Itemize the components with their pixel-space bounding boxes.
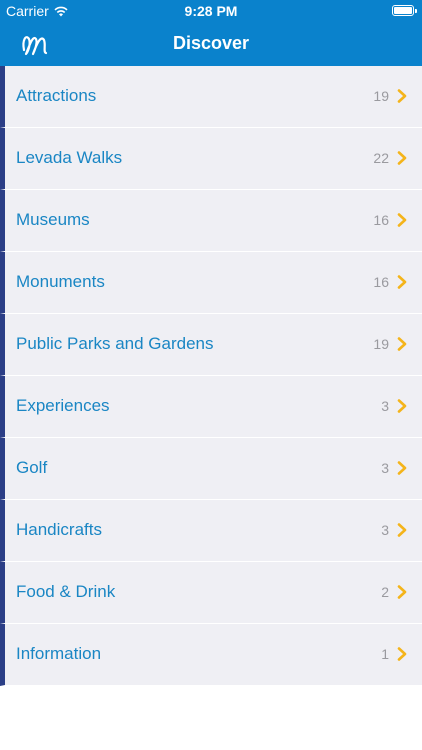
list-item[interactable]: Public Parks and Gardens 19 [0,314,422,376]
list-item-count: 22 [373,150,389,166]
list-item-label: Information [16,644,102,663]
status-bar: Carrier 9:28 PM [0,0,422,22]
chevron-right-icon [397,337,407,351]
nav-bar: Discover [0,22,422,66]
list-item-label: Attractions [16,86,97,105]
chevron-right-icon [397,89,407,103]
list-item-count: 3 [381,460,389,476]
list-item[interactable]: Experiences 3 [0,376,422,438]
list-item-label: Handicrafts [16,520,102,539]
list-item-label: Monuments [16,272,105,291]
chevron-right-icon [397,213,407,227]
list-item[interactable]: Handicrafts 3 [0,500,422,562]
battery-icon [392,5,417,16]
status-time: 9:28 PM [184,3,238,19]
chevron-right-icon [397,151,407,165]
chevron-right-icon [397,399,407,413]
list-item-count: 16 [373,274,389,290]
list-item-label: Food & Drink [16,582,116,601]
chevron-right-icon [397,275,407,289]
chevron-right-icon [397,647,407,661]
list-item[interactable]: Monuments 16 [0,252,422,314]
chevron-right-icon [397,585,407,599]
list-item-count: 2 [381,584,389,600]
list-item-count: 3 [381,522,389,538]
list-item[interactable]: Levada Walks 22 [0,128,422,190]
list-item[interactable]: Golf 3 [0,438,422,500]
list-item-count: 19 [373,88,389,104]
list-item[interactable]: Food & Drink 2 [0,562,422,624]
chevron-right-icon [397,461,407,475]
list-item-label: Levada Walks [16,148,123,167]
list-item[interactable]: Information 1 [0,624,422,686]
list-item-count: 1 [381,646,389,662]
list-item[interactable]: Museums 16 [0,190,422,252]
list-item-count: 3 [381,398,389,414]
category-list: Attractions 19 Levada Walks 22 Museums 16 Monu… [0,66,422,686]
list-item-label: Public Parks and Gardens [16,334,214,353]
page-title: Discover [172,33,250,53]
chevron-right-icon [397,523,407,537]
list-item[interactable]: Attractions 19 [0,66,422,128]
list-item-label: Museums [16,210,90,229]
list-item-count: 19 [373,336,389,352]
list-item-label: Experiences [16,396,110,415]
list-item-label: Golf [16,458,48,477]
list-item-count: 16 [373,212,389,228]
